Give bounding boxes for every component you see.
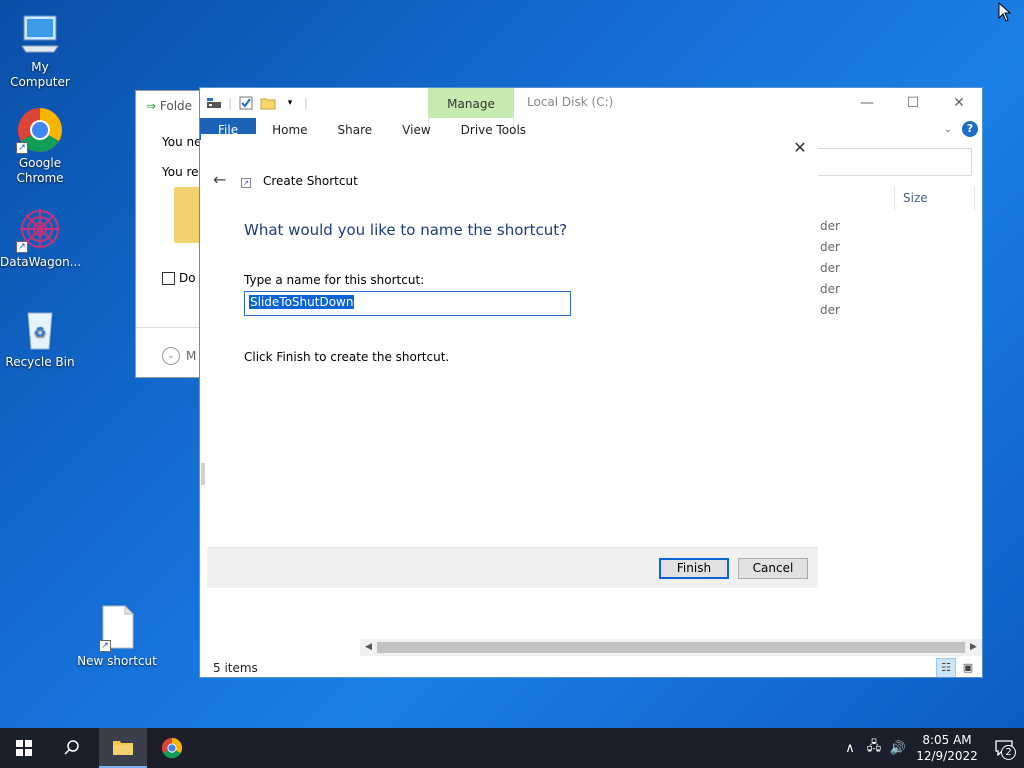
explorer-app-icon [206, 95, 222, 111]
folder-dialog-text-2: You re [162, 165, 199, 179]
desktop-icon-label: Recycle Bin [5, 355, 75, 369]
wizard-title: Create Shortcut [263, 174, 358, 188]
shortcut-name-input[interactable]: SlideToShutDown [244, 291, 571, 316]
more-details-toggle[interactable]: ⌄ M [162, 347, 196, 365]
help-icon[interactable]: ? [962, 121, 978, 137]
maximize-icon[interactable]: ☐ [890, 88, 936, 118]
clock[interactable]: 8:05 AM 12/9/2022 [910, 732, 984, 764]
title-bar: | ▾ | Manage Local Disk (C:) — ☐ ✕ [200, 88, 982, 118]
mouse-cursor-icon [998, 1, 1012, 22]
windows-logo-icon [16, 740, 32, 756]
close-icon[interactable]: ✕ [790, 138, 810, 158]
search-icon [64, 740, 79, 755]
recycle-bin-icon: ♻ [16, 305, 64, 353]
network-icon[interactable]: 🖧 [862, 737, 886, 759]
taskbar-chrome[interactable] [148, 728, 196, 768]
large-icons-view-icon[interactable]: ▣ [958, 658, 978, 677]
volume-icon[interactable]: 🔊 [886, 741, 910, 756]
svg-text:♻: ♻ [34, 325, 47, 341]
wizard-footer: Finish Cancel [207, 547, 818, 588]
search-box[interactable] [818, 148, 972, 176]
folder-icon [113, 741, 133, 755]
horizontal-scrollbar[interactable]: ◀ ▶ [360, 639, 982, 656]
shortcut-arrow-icon: ↗ [99, 640, 111, 652]
cancel-button[interactable]: Cancel [738, 558, 808, 579]
taskbar-file-explorer[interactable] [99, 728, 147, 768]
desktop-icon-recycle-bin[interactable]: ♻ Recycle Bin [0, 305, 80, 370]
shortcut-arrow-icon: ↗ [16, 241, 28, 253]
file-row-type: der [820, 261, 840, 275]
desktop-icon-label: New shortcut [77, 654, 157, 668]
clock-date: 12/9/2022 [916, 749, 978, 763]
separator: | [304, 96, 309, 110]
blank-file-icon: ↗ [93, 604, 141, 652]
column-header-size[interactable]: Size [894, 186, 976, 210]
scroll-thumb[interactable] [377, 642, 965, 653]
folder-dialog-title: ⇒ Folde [146, 99, 193, 113]
computer-icon [16, 10, 64, 58]
item-count: 5 items [213, 661, 258, 675]
checkbox-box[interactable] [162, 271, 175, 285]
desktop-icon-label: Google Chrome [16, 156, 64, 185]
minimize-icon[interactable]: — [844, 88, 890, 118]
action-center-button[interactable]: 2 [984, 728, 1024, 768]
desktop-icon-my-computer[interactable]: My Computer [0, 10, 80, 90]
folder-arrow-icon: ⇒ [146, 99, 157, 113]
finish-button[interactable]: Finish [659, 558, 729, 579]
chrome-icon [161, 737, 183, 759]
properties-check-icon[interactable] [238, 95, 254, 111]
tab-manage[interactable]: Manage [428, 88, 514, 118]
datawagon-icon: ↗ [16, 205, 64, 253]
shortcut-name-label: Type a name for this shortcut: [244, 273, 425, 287]
customize-dropdown-icon[interactable]: ▾ [282, 95, 298, 111]
wizard-info-text: Click Finish to create the shortcut. [244, 350, 450, 364]
window-controls: — ☐ ✕ [844, 88, 982, 118]
notification-count: 2 [1001, 745, 1016, 760]
column-divider [974, 186, 975, 210]
clock-time: 8:05 AM [922, 733, 972, 747]
file-row-type: der [820, 282, 840, 296]
shortcut-name-value: SlideToShutDown [249, 295, 355, 309]
window-title: Local Disk (C:) [527, 95, 614, 109]
scroll-stub [201, 463, 205, 485]
folder-dialog-checkbox[interactable]: Do [162, 271, 196, 285]
back-arrow-icon[interactable]: ← [213, 170, 226, 189]
shortcut-arrow-icon: ↗ [16, 142, 28, 154]
ribbon-right-controls: ⌄ ? [944, 121, 978, 137]
close-icon[interactable]: ✕ [936, 88, 982, 118]
chrome-icon: ↗ [16, 106, 64, 154]
view-buttons: ☷ ▣ [936, 658, 978, 677]
folder-dialog-text-1: You ne [162, 135, 202, 149]
file-row-type: der [820, 219, 840, 233]
taskbar: ∧ 🖧 🔊 8:05 AM 12/9/2022 2 [0, 728, 1024, 768]
details-view-icon[interactable]: ☷ [936, 658, 956, 677]
file-explorer-window[interactable]: | ▾ | Manage Local Disk (C:) — ☐ ✕ File … [199, 87, 983, 678]
search-button[interactable] [48, 728, 96, 768]
chevron-down-icon: ⌄ [162, 347, 180, 365]
wizard-heading: What would you like to name the shortcut… [244, 221, 568, 239]
desktop-icon-label: My Computer [10, 60, 70, 89]
status-bar: 5 items ☷ ▣ [200, 658, 982, 677]
desktop-icon-google-chrome[interactable]: ↗ Google Chrome [0, 106, 80, 186]
file-row-type: der [820, 303, 840, 317]
file-row-type: der [820, 240, 840, 254]
scroll-right-icon[interactable]: ▶ [965, 639, 982, 656]
new-folder-icon[interactable] [260, 95, 276, 111]
expand-ribbon-chevron-icon[interactable]: ⌄ [944, 124, 952, 135]
start-button[interactable] [0, 728, 48, 768]
scroll-left-icon[interactable]: ◀ [360, 639, 377, 656]
desktop-icon-datawagon[interactable]: ↗ DataWagon... [0, 205, 82, 270]
shortcut-icon: ↗ [241, 178, 251, 188]
create-shortcut-wizard[interactable]: ✕ ← ↗ Create Shortcut What would you lik… [201, 134, 818, 636]
quick-access-toolbar: | ▾ | [206, 95, 308, 111]
desktop-icon-new-shortcut[interactable]: ↗ New shortcut [77, 604, 157, 669]
separator: | [228, 96, 233, 110]
desktop-icon-label: DataWagon... [0, 255, 82, 269]
system-tray: ∧ 🖧 🔊 8:05 AM 12/9/2022 2 [838, 728, 1024, 768]
chevron-up-icon[interactable]: ∧ [838, 741, 862, 756]
